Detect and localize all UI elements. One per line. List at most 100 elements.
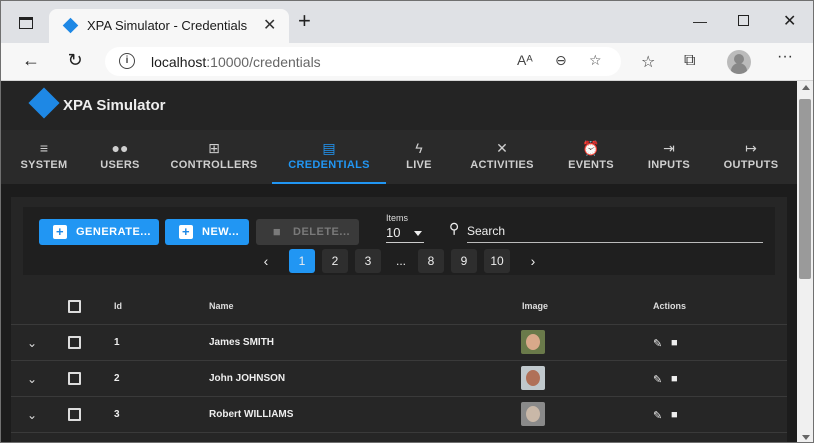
edit-icon[interactable]: ✎	[653, 337, 662, 350]
expand-icon[interactable]: ⌄	[27, 408, 37, 422]
page-button[interactable]: 10	[484, 249, 510, 273]
search-icon: ⚲	[449, 220, 460, 236]
tab-controllers[interactable]: ⊞ CONTROLLERS	[163, 130, 265, 184]
tab-label: OUTPUTS	[723, 159, 779, 171]
page-scrollbar[interactable]	[797, 81, 813, 442]
row-checkbox[interactable]	[68, 408, 81, 421]
app-logo-icon	[28, 87, 60, 119]
tab-label: USERS	[100, 159, 140, 171]
url-field[interactable]: i localhost:10000/credentials Aᴬ ⊖ ☆	[105, 47, 621, 76]
maximize-icon[interactable]	[738, 15, 749, 26]
items-label: Items	[386, 213, 409, 223]
site-info-icon[interactable]: i	[119, 53, 135, 69]
profile-avatar[interactable]	[727, 50, 751, 74]
page-button[interactable]: 9	[451, 249, 477, 273]
page-ellipsis: ...	[395, 254, 406, 268]
login-icon: ⇥	[663, 140, 675, 156]
url-text: localhost:10000/credentials	[151, 54, 321, 70]
pagination: ‹ 1 2 3 ... 8 9 10 ›	[11, 249, 787, 273]
close-tab-icon[interactable]: ✕	[263, 15, 276, 35]
cell-name: James SMITH	[209, 337, 275, 348]
close-window-icon[interactable]: ✕	[783, 11, 796, 31]
select-all-checkbox[interactable]	[68, 300, 81, 313]
bolt-icon: ϟ	[415, 140, 423, 156]
items-value: 10	[386, 225, 401, 240]
header-id: Id	[114, 301, 122, 311]
edit-icon[interactable]: ✎	[653, 409, 662, 422]
expand-icon[interactable]: ⌄	[27, 336, 37, 350]
add-multiple-icon: +	[53, 225, 67, 239]
url-path: :10000/credentials	[206, 54, 321, 70]
scroll-down-icon[interactable]	[802, 435, 810, 440]
search-input[interactable]: Search	[467, 221, 763, 243]
search-placeholder: Search	[467, 224, 506, 238]
main-nav: ≡ SYSTEM ●● USERS ⊞ CONTROLLERS ▤ CREDEN…	[1, 130, 797, 184]
page-button[interactable]: 2	[322, 249, 348, 273]
next-page-icon[interactable]: ›	[520, 249, 546, 273]
tab-system[interactable]: ≡ SYSTEM	[9, 130, 79, 184]
expand-icon[interactable]: ⌄	[27, 372, 37, 386]
favorites-icon[interactable]: ☆	[641, 52, 655, 72]
page-button[interactable]: 3	[355, 249, 381, 273]
minimize-icon[interactable]: —	[693, 13, 707, 29]
tab-label: LIVE	[406, 159, 432, 171]
edit-icon[interactable]: ✎	[653, 373, 662, 386]
new-tab-icon[interactable]: +	[298, 10, 311, 32]
back-icon[interactable]: ←	[19, 50, 43, 71]
table-row: ⌄ 1 James SMITH ✎ ■	[11, 325, 787, 361]
credential-photo	[521, 402, 545, 426]
collections-icon[interactable]: ⧉	[684, 52, 695, 70]
items-per-page-select[interactable]: 10	[386, 225, 424, 243]
add-favorite-icon[interactable]: ☆	[589, 52, 602, 69]
cell-id: 2	[114, 373, 120, 384]
delete-icon[interactable]: ■	[671, 373, 678, 385]
delete-button-label: DELETE...	[293, 226, 351, 238]
new-button[interactable]: + NEW...	[165, 219, 249, 245]
row-checkbox[interactable]	[68, 336, 81, 349]
page-button[interactable]: 8	[418, 249, 444, 273]
favicon-icon	[62, 17, 79, 34]
tab-live[interactable]: ϟ LIVE	[395, 130, 443, 184]
browser-tab[interactable]: XPA Simulator - Credentials ✕	[49, 9, 289, 43]
alarm-icon: ⏰	[582, 140, 600, 156]
scroll-thumb[interactable]	[799, 99, 811, 279]
table-row: ⌄ 3 Robert WILLIAMS ✎ ■	[11, 397, 787, 433]
chevron-down-icon	[414, 231, 422, 236]
face-image	[526, 370, 540, 386]
controller-icon: ⊞	[208, 140, 220, 156]
tab-users[interactable]: ●● USERS	[89, 130, 151, 184]
credential-photo	[521, 330, 545, 354]
cell-id: 3	[114, 409, 120, 420]
face-image	[526, 334, 540, 350]
more-menu-icon[interactable]: ···	[777, 48, 793, 66]
browser-window: XPA Simulator - Credentials ✕ + — ✕ ← ↻ …	[0, 0, 814, 443]
tab-inputs[interactable]: ⇥ INPUTS	[637, 130, 701, 184]
tab-credentials[interactable]: ▤ CREDENTIALS	[272, 130, 386, 184]
header-image: Image	[522, 301, 549, 311]
tab-label: INPUTS	[647, 159, 691, 171]
scroll-up-icon[interactable]	[802, 85, 810, 90]
add-icon: +	[179, 225, 193, 239]
tab-label: CREDENTIALS	[288, 159, 370, 171]
tab-events[interactable]: ⏰ EVENTS	[559, 130, 623, 184]
delete-icon[interactable]: ■	[671, 337, 678, 349]
delete-icon[interactable]: ■	[671, 409, 678, 421]
tab-outputs[interactable]: ↦ OUTPUTS	[717, 130, 785, 184]
id-card-icon: ▤	[322, 140, 336, 156]
refresh-icon[interactable]: ↻	[63, 50, 87, 71]
prev-page-icon[interactable]: ‹	[253, 249, 279, 273]
row-checkbox[interactable]	[68, 372, 81, 385]
zoom-icon[interactable]: ⊖	[555, 52, 567, 69]
read-aloud-icon[interactable]: Aᴬ	[517, 52, 533, 68]
generate-button[interactable]: + GENERATE...	[39, 219, 159, 245]
tab-title: XPA Simulator - Credentials	[87, 18, 248, 33]
tab-label: ACTIVITIES	[470, 159, 534, 171]
window-menu-icon[interactable]	[19, 17, 33, 29]
page-button[interactable]: 1	[289, 249, 315, 273]
tab-activities[interactable]: ✕ ACTIVITIES	[461, 130, 543, 184]
table-row: ⌄ 2 John JOHNSON ✎ ■	[11, 361, 787, 397]
users-icon: ●●	[111, 140, 129, 156]
delete-button[interactable]: ■ DELETE...	[256, 219, 359, 245]
new-button-label: NEW...	[202, 226, 240, 238]
tab-label: SYSTEM	[20, 159, 68, 171]
